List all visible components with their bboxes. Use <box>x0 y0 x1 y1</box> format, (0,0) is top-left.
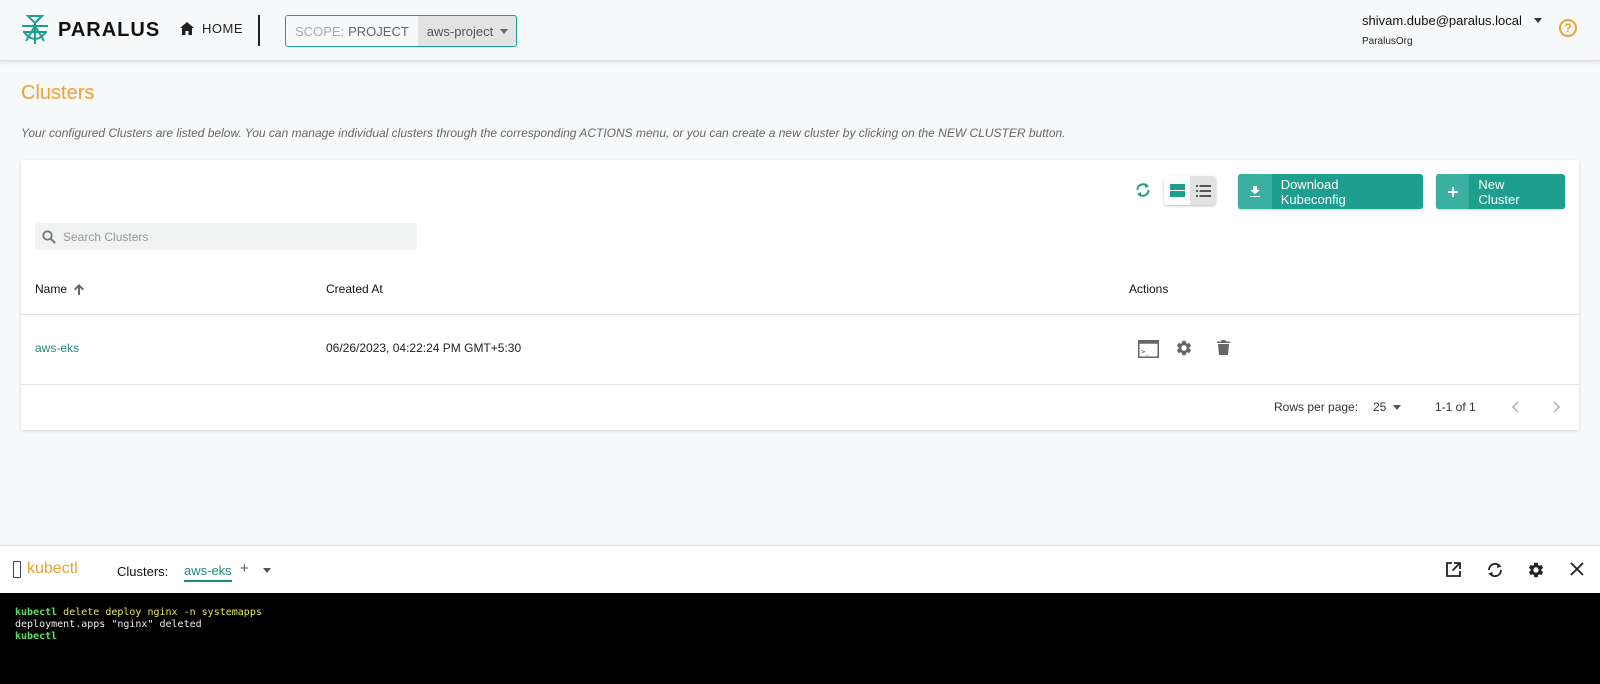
project-dropdown[interactable]: aws-project <box>417 16 517 46</box>
reconnect-icon[interactable] <box>1486 561 1504 579</box>
download-kubeconfig-button[interactable]: Download Kubeconfig <box>1238 174 1423 209</box>
chevron-down-icon <box>1393 404 1402 410</box>
row-divider <box>21 384 1579 385</box>
cluster-name-link[interactable]: aws-eks <box>35 341 79 355</box>
user-email: shivam.dube@paralus.local <box>1362 13 1522 28</box>
settings-gear-icon[interactable] <box>1527 561 1545 579</box>
new-cluster-button[interactable]: New Cluster <box>1436 174 1565 209</box>
brand-logo[interactable]: PARALUS <box>20 14 160 46</box>
add-cluster-tab-button[interactable]: + <box>240 560 249 577</box>
open-external-icon[interactable] <box>1445 561 1462 578</box>
download-kubeconfig-label: Download Kubeconfig <box>1280 176 1346 207</box>
download-icon <box>1238 174 1272 209</box>
terminal-line: kubectl <box>15 631 1600 643</box>
chevron-down-icon[interactable] <box>263 568 271 573</box>
terminal-output: deployment.apps "nginx" deleted <box>15 619 202 630</box>
list-view-button[interactable] <box>1190 176 1216 205</box>
view-stream-icon <box>1169 184 1185 197</box>
column-header-actions: Actions <box>1129 282 1169 296</box>
terminal-line: kubectl delete deploy nginx -n systemapp… <box>15 607 1600 619</box>
kubectl-brand: kubectl <box>13 560 78 578</box>
page-title: Clusters <box>21 82 95 104</box>
search-icon <box>42 229 56 244</box>
pagination-range: 1-1 of 1 <box>1435 400 1476 414</box>
scope-value: PROJECT <box>348 23 409 39</box>
new-cluster-label: New Cluster <box>1478 176 1520 207</box>
chevron-down-icon <box>500 28 509 34</box>
user-menu[interactable]: shivam.dube@paralus.local ParalusOrg <box>1362 13 1542 47</box>
column-header-created: Created At <box>326 282 383 296</box>
view-list-icon <box>1195 184 1211 197</box>
scope-label: SCOPE: PROJECT <box>286 16 418 46</box>
column-header-name[interactable]: Name <box>35 282 85 296</box>
column-name-label: Name <box>35 282 68 296</box>
terminal-line: deployment.apps "nginx" deleted <box>15 619 1600 631</box>
plus-icon <box>1436 174 1470 209</box>
cluster-tab-aws-eks[interactable]: aws-eks <box>184 563 232 582</box>
card-view-button[interactable] <box>1164 176 1190 205</box>
home-icon <box>180 22 194 35</box>
paralus-logo-icon <box>22 15 48 44</box>
close-icon[interactable] <box>1570 562 1584 576</box>
scope-key: SCOPE: <box>295 23 345 39</box>
delete-icon[interactable] <box>1217 340 1230 355</box>
header-divider <box>258 15 260 46</box>
prev-page-icon[interactable] <box>1511 401 1519 413</box>
svg-text:>_: >_ <box>1141 348 1150 356</box>
terminal-icon[interactable]: >_ <box>1138 340 1159 358</box>
cluster-created-at: 06/26/2023, 04:22:24 PM GMT+5:30 <box>326 341 522 355</box>
view-toggle <box>1164 176 1216 205</box>
rows-per-page-value: 25 <box>1373 400 1387 414</box>
header-divider <box>21 314 1579 315</box>
next-page-icon[interactable] <box>1553 401 1561 413</box>
page-description: Your configured Clusters are listed belo… <box>21 126 1066 140</box>
search-box <box>35 223 417 250</box>
arrow-up-icon <box>74 283 85 295</box>
clusters-card: Download Kubeconfig New Cluster Name Cre… <box>21 160 1579 430</box>
project-name: aws-project <box>426 23 494 39</box>
top-header: PARALUS HOME SCOPE: PROJECT aws-project … <box>0 0 1600 61</box>
kubectl-terminal[interactable]: kubectl delete deploy nginx -n systemapp… <box>0 593 1600 684</box>
home-link[interactable]: HOME <box>180 21 243 36</box>
kubectl-title: kubectl <box>27 560 78 577</box>
kubectl-panel-header: kubectl Clusters: aws-eks + <box>0 545 1600 593</box>
search-input[interactable] <box>63 229 403 244</box>
help-icon[interactable]: ? <box>1559 19 1577 37</box>
device-icon <box>13 560 21 578</box>
user-org: ParalusOrg <box>1362 36 1413 47</box>
home-label: HOME <box>202 21 243 36</box>
brand-name: PARALUS <box>58 18 161 41</box>
terminal-prompt: kubectl <box>15 631 58 642</box>
chevron-down-icon <box>1533 18 1542 23</box>
scope-selector: SCOPE: PROJECT aws-project <box>285 15 518 47</box>
terminal-command: delete deploy nginx -n systemapps <box>57 607 262 618</box>
rows-per-page-label: Rows per page: <box>1274 400 1359 414</box>
terminal-prompt: kubectl <box>15 607 58 618</box>
gear-icon[interactable] <box>1175 339 1193 357</box>
user-email-dropdown[interactable]: shivam.dube@paralus.local <box>1362 13 1542 28</box>
refresh-icon[interactable] <box>1134 181 1152 199</box>
clusters-label: Clusters: <box>117 564 169 579</box>
rows-per-page-select[interactable]: 25 <box>1373 400 1402 414</box>
